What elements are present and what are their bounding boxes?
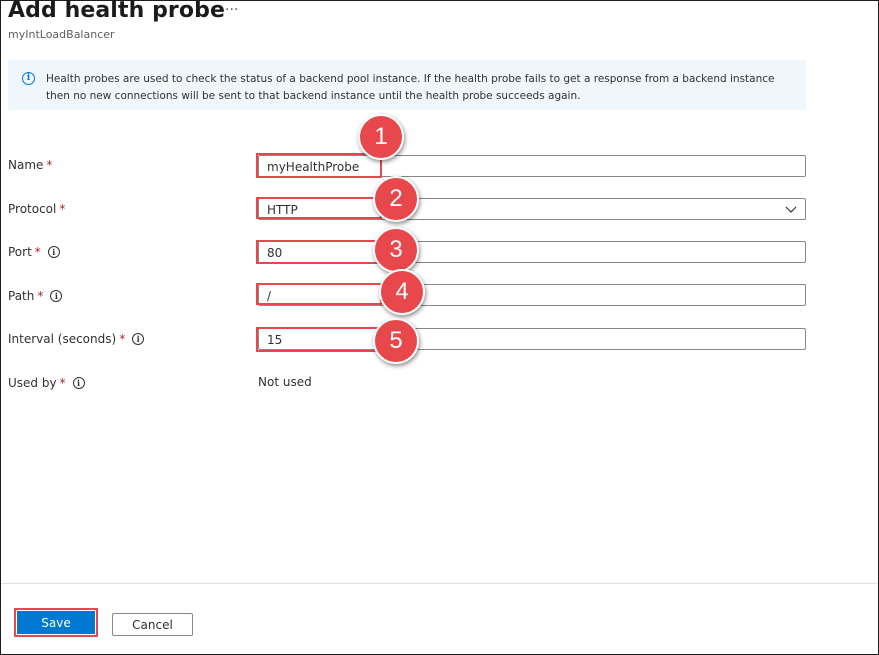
info-tooltip-icon[interactable]: i bbox=[132, 333, 145, 345]
info-text: Health probes are used to check the stat… bbox=[46, 73, 775, 102]
annotation-badge-2: 2 bbox=[373, 176, 419, 222]
required-mark: * bbox=[119, 332, 126, 346]
path-label: Path * i bbox=[8, 289, 63, 303]
annotation-badge-5: 5 bbox=[373, 318, 419, 364]
name-field-value: myHealthProbe bbox=[267, 160, 360, 174]
required-mark: * bbox=[34, 245, 41, 259]
name-label: Name * bbox=[8, 158, 53, 172]
page-subtitle: myIntLoadBalancer bbox=[8, 28, 115, 41]
info-tooltip-icon[interactable]: i bbox=[72, 377, 85, 389]
protocol-label: Protocol * bbox=[8, 202, 66, 216]
port-label: Port * i bbox=[8, 245, 60, 259]
page-title: Add health probe bbox=[8, 0, 225, 23]
cancel-button[interactable]: Cancel bbox=[112, 613, 193, 636]
save-button[interactable]: Save bbox=[17, 611, 95, 634]
protocol-dropdown-value: HTTP bbox=[267, 203, 298, 217]
path-field-value: / bbox=[267, 289, 272, 303]
protocol-dropdown[interactable]: HTTP bbox=[258, 198, 806, 220]
annotation-badge-4: 4 bbox=[379, 269, 425, 315]
required-mark: * bbox=[46, 158, 53, 172]
info-tooltip-icon[interactable]: i bbox=[50, 290, 63, 302]
path-field[interactable]: / bbox=[258, 284, 806, 306]
required-mark: * bbox=[59, 202, 66, 216]
chevron-down-icon bbox=[785, 206, 797, 213]
interval-field-value: 15 bbox=[267, 333, 283, 347]
interval-label: Interval (seconds) * i bbox=[8, 332, 145, 346]
annotation-badge-3: 3 bbox=[373, 227, 419, 273]
used-by-value: Not used bbox=[258, 375, 312, 389]
port-field[interactable]: 80 bbox=[258, 241, 806, 263]
info-banner: i Health probes are used to check the st… bbox=[8, 60, 806, 110]
info-icon: i bbox=[22, 72, 35, 85]
required-mark: * bbox=[59, 376, 66, 390]
info-tooltip-icon[interactable]: i bbox=[47, 246, 60, 258]
annotation-badge-1: 1 bbox=[358, 114, 404, 160]
name-field[interactable]: myHealthProbe bbox=[258, 155, 806, 177]
footer-divider bbox=[1, 583, 877, 584]
more-options-icon[interactable]: ··· bbox=[225, 2, 238, 18]
used-by-label: Used by * i bbox=[8, 376, 85, 390]
required-mark: * bbox=[37, 289, 44, 303]
interval-field[interactable]: 15 bbox=[258, 328, 806, 350]
port-field-value: 80 bbox=[267, 246, 283, 260]
